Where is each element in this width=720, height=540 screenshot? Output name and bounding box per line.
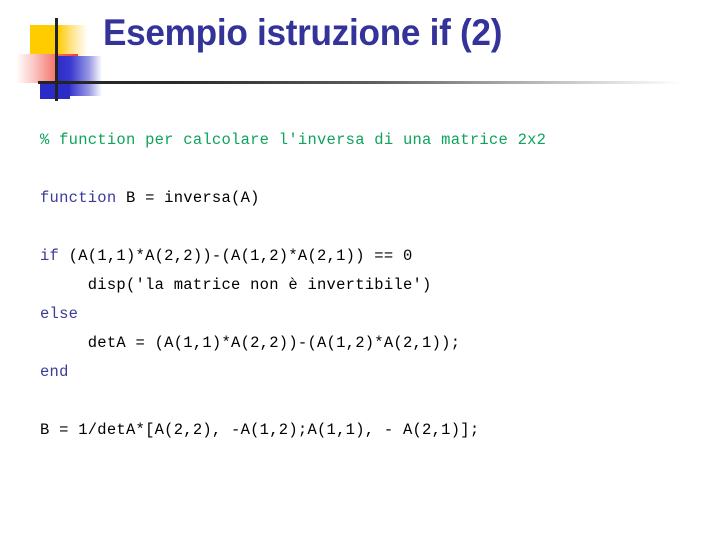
vertical-rule [55,18,58,101]
code-line-comment: % function per calcolare l'inversa di un… [40,126,720,155]
code-token-else-0: else [40,305,79,323]
red-square-icon [16,54,78,83]
page-title: Esempio istruzione if (2) [103,12,503,53]
code-token-disp-0: disp('la matrice non è invertibile') [40,276,432,294]
code-line-result: B = 1/detA*[A(2,2), -A(1,2);A(1,1), - A(… [40,416,720,445]
code-token-signature-0: function [40,189,117,207]
blue-square-lower-icon [40,82,70,99]
code-token-result-0: B = 1/detA*[A(2,2), -A(1,2);A(1,1), - A(… [40,421,480,439]
code-listing: % function per calcolare l'inversa di un… [40,126,720,445]
blue-square-icon [56,56,102,96]
code-line-deta: detA = (A(1,1)*A(2,2))-(A(1,2)*A(2,1)); [40,329,720,358]
code-spacer [40,155,720,184]
code-token-deta-0: detA = (A(1,1)*A(2,2))-(A(1,2)*A(2,1)); [40,334,461,352]
slide: Esempio istruzione if (2) % function per… [0,0,720,540]
code-token-signature-1: B = inversa(A) [116,189,260,207]
code-token-if-0: if [40,247,60,265]
code-line-if: if (A(1,1)*A(2,2))-(A(1,2)*A(2,1)) == 0 [40,242,720,271]
code-token-comment-0: % function per calcolare l'inversa di un… [40,131,547,149]
code-token-if-1: (A(1,1)*A(2,2))-(A(1,2)*A(2,1)) == 0 [59,247,413,265]
yellow-square-icon [30,25,88,57]
code-line-disp: disp('la matrice non è invertibile') [40,271,720,300]
code-token-end-0: end [40,363,69,381]
code-spacer [40,387,720,416]
code-spacer [40,213,720,242]
code-line-end: end [40,358,720,387]
code-line-signature: function B = inversa(A) [40,184,720,213]
code-line-else: else [40,300,720,329]
horizontal-rule [38,81,683,84]
